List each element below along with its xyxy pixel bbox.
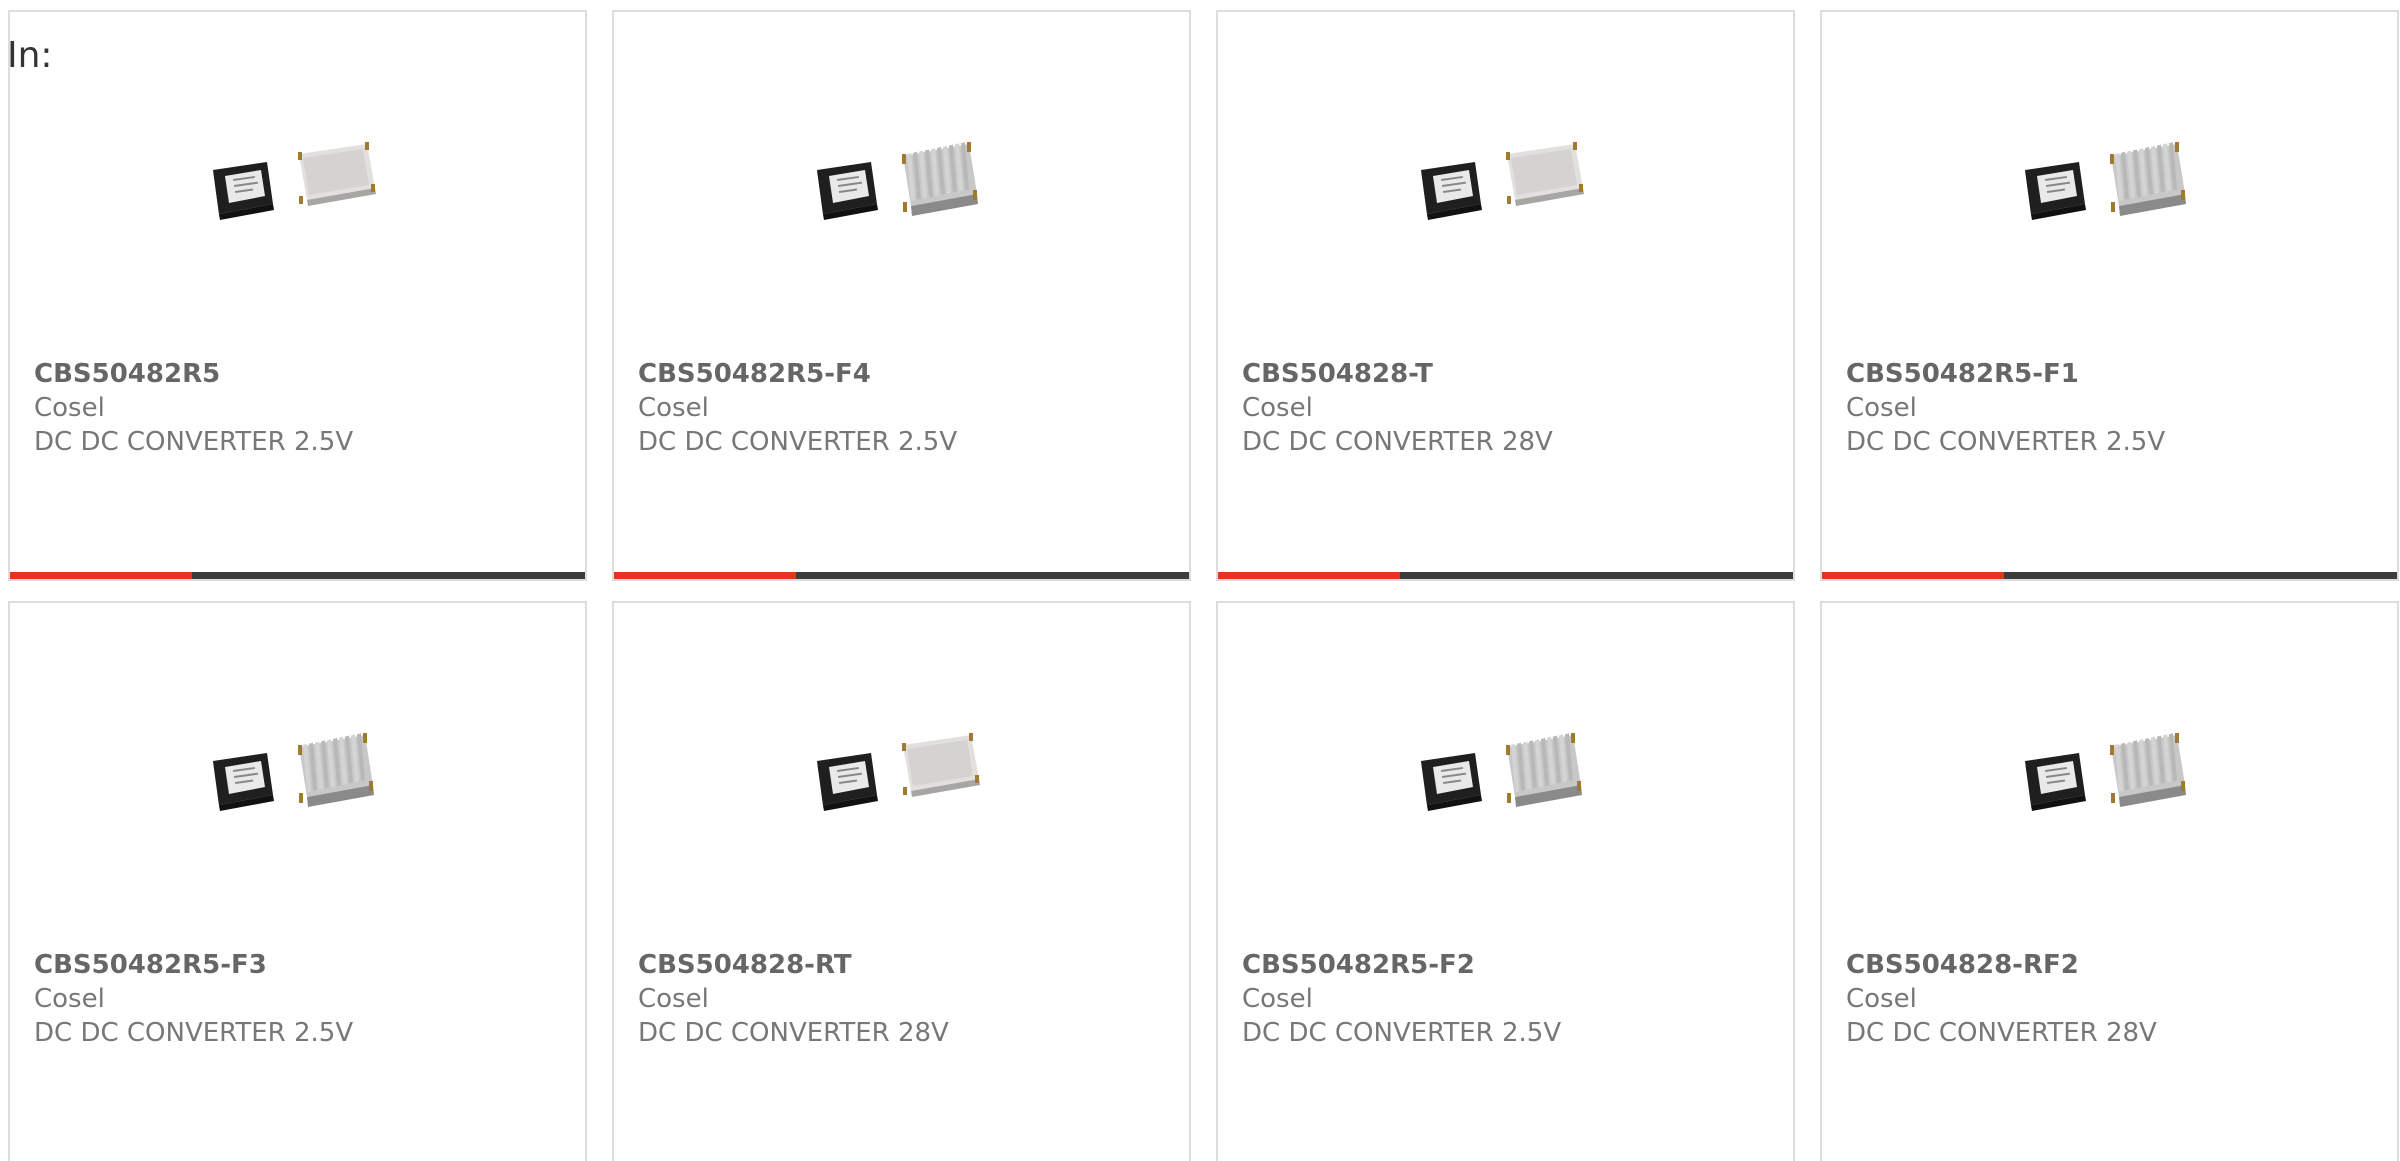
manufacturer: Cosel: [1242, 393, 1313, 423]
product-info: CBS504828-T Cosel DC DC CONVERTER 28V: [1242, 357, 1762, 459]
product-image-flat-module[interactable]: [203, 132, 393, 232]
product-grid: CBS50482R5 Cosel DC DC CONVERTER 2.5V CB…: [8, 10, 2400, 1161]
card-accent-bar: [614, 572, 796, 579]
product-info: CBS50482R5 Cosel DC DC CONVERTER 2.5V: [34, 357, 554, 459]
product-image-flat-module[interactable]: [807, 723, 997, 823]
part-number[interactable]: CBS50482R5-F1: [1846, 357, 2366, 391]
product-image-heatsink-module[interactable]: [203, 723, 393, 823]
product-description: DC DC CONVERTER 2.5V: [34, 1018, 354, 1048]
manufacturer: Cosel: [34, 984, 105, 1014]
card-bottom-bar: [1822, 572, 2397, 579]
page: In: CBS50482R5 Cosel DC DC CONVERTER 2.5…: [0, 0, 2400, 1161]
product-description: DC DC CONVERTER 2.5V: [34, 427, 354, 457]
product-image-heatsink-module[interactable]: [2015, 723, 2205, 823]
manufacturer: Cosel: [1846, 393, 1917, 423]
product-description: DC DC CONVERTER 28V: [1846, 1018, 2157, 1048]
card-accent-bar: [1218, 572, 1400, 579]
part-number[interactable]: CBS50482R5-F3: [34, 948, 554, 982]
card-bottom-bar: [10, 572, 585, 579]
product-card[interactable]: CBS50482R5-F3 Cosel DC DC CONVERTER 2.5V: [8, 601, 587, 1161]
manufacturer: Cosel: [1242, 984, 1313, 1014]
part-number[interactable]: CBS504828-T: [1242, 357, 1762, 391]
product-info: CBS504828-RF2 Cosel DC DC CONVERTER 28V: [1846, 948, 2366, 1050]
card-bottom-bar: [1218, 572, 1793, 579]
product-info: CBS50482R5-F1 Cosel DC DC CONVERTER 2.5V: [1846, 357, 2366, 459]
product-card[interactable]: CBS50482R5-F2 Cosel DC DC CONVERTER 2.5V: [1216, 601, 1795, 1161]
product-image-flat-module[interactable]: [1411, 132, 1601, 232]
part-number[interactable]: CBS50482R5-F4: [638, 357, 1158, 391]
card-accent-bar: [1822, 572, 2004, 579]
product-info: CBS50482R5-F2 Cosel DC DC CONVERTER 2.5V: [1242, 948, 1762, 1050]
product-image-heatsink-module[interactable]: [807, 132, 997, 232]
card-bottom-bar: [614, 572, 1189, 579]
filter-label: In:: [7, 35, 53, 76]
part-number[interactable]: CBS504828-RF2: [1846, 948, 2366, 982]
part-number[interactable]: CBS504828-RT: [638, 948, 1158, 982]
part-number[interactable]: CBS50482R5: [34, 357, 554, 391]
product-card[interactable]: CBS50482R5-F1 Cosel DC DC CONVERTER 2.5V: [1820, 10, 2399, 581]
product-description: DC DC CONVERTER 2.5V: [1846, 427, 2166, 457]
card-accent-bar: [10, 572, 192, 579]
product-image-heatsink-module[interactable]: [2015, 132, 2205, 232]
product-description: DC DC CONVERTER 28V: [638, 1018, 949, 1048]
product-card[interactable]: CBS50482R5-F4 Cosel DC DC CONVERTER 2.5V: [612, 10, 1191, 581]
product-card[interactable]: CBS504828-RT Cosel DC DC CONVERTER 28V: [612, 601, 1191, 1161]
manufacturer: Cosel: [638, 984, 709, 1014]
part-number[interactable]: CBS50482R5-F2: [1242, 948, 1762, 982]
product-description: DC DC CONVERTER 28V: [1242, 427, 1553, 457]
manufacturer: Cosel: [638, 393, 709, 423]
product-info: CBS504828-RT Cosel DC DC CONVERTER 28V: [638, 948, 1158, 1050]
product-card[interactable]: CBS50482R5 Cosel DC DC CONVERTER 2.5V: [8, 10, 587, 581]
product-card[interactable]: CBS504828-T Cosel DC DC CONVERTER 28V: [1216, 10, 1795, 581]
product-description: DC DC CONVERTER 2.5V: [1242, 1018, 1562, 1048]
product-image-heatsink-module[interactable]: [1411, 723, 1601, 823]
manufacturer: Cosel: [34, 393, 105, 423]
product-info: CBS50482R5-F4 Cosel DC DC CONVERTER 2.5V: [638, 357, 1158, 459]
manufacturer: Cosel: [1846, 984, 1917, 1014]
product-card[interactable]: CBS504828-RF2 Cosel DC DC CONVERTER 28V: [1820, 601, 2399, 1161]
product-info: CBS50482R5-F3 Cosel DC DC CONVERTER 2.5V: [34, 948, 554, 1050]
product-description: DC DC CONVERTER 2.5V: [638, 427, 958, 457]
